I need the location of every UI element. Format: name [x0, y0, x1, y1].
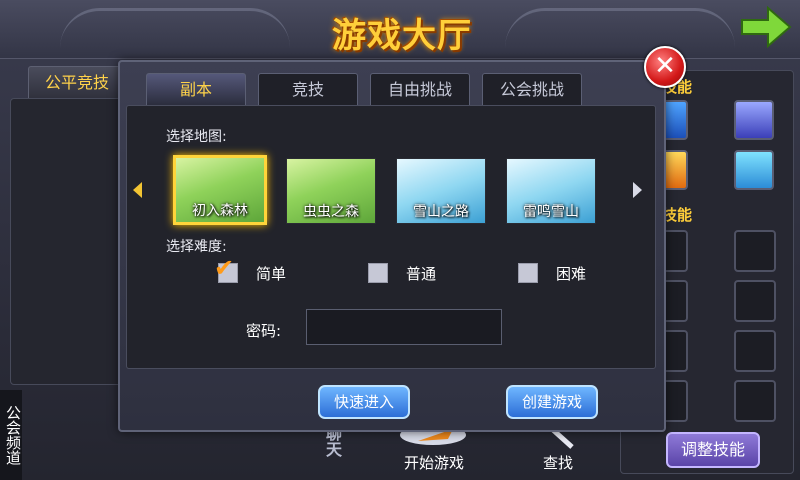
- skill-slot[interactable]: [734, 380, 776, 422]
- select-difficulty-label: 选择难度:: [166, 239, 227, 255]
- guild-channel-button[interactable]: 公会频道: [0, 390, 22, 480]
- password-label: 密码:: [246, 322, 282, 340]
- ornament-right: [505, 8, 735, 51]
- quick-enter-button[interactable]: 快速进入: [318, 385, 410, 419]
- skill-icon-2[interactable]: [734, 100, 774, 140]
- difficulty-hard-label: 困难: [556, 265, 587, 283]
- map-label: 初入森林: [192, 203, 248, 219]
- tab-arena[interactable]: 竞技: [258, 73, 358, 107]
- start-game-button[interactable]: 开始游戏: [386, 425, 482, 475]
- tab-dungeon[interactable]: 副本: [146, 73, 246, 107]
- prev-map-arrow-icon[interactable]: [133, 182, 142, 198]
- forward-arrow-icon[interactable]: [740, 6, 792, 48]
- close-icon[interactable]: ✕: [644, 46, 686, 88]
- start-game-label: 开始游戏: [403, 454, 464, 472]
- adjust-skills-button[interactable]: 调整技能: [666, 432, 760, 468]
- map-card-3[interactable]: 雪山之路: [396, 158, 486, 224]
- search-label: 查找: [542, 454, 573, 472]
- ornament-left: [60, 8, 290, 51]
- password-input[interactable]: [306, 309, 502, 345]
- skill-slot[interactable]: [734, 330, 776, 372]
- create-game-button[interactable]: 创建游戏: [506, 385, 598, 419]
- tab-free-challenge[interactable]: 自由挑战: [370, 73, 470, 107]
- difficulty-normal-label: 普通: [406, 265, 437, 283]
- skills-heading-2: 技能: [662, 206, 693, 224]
- skill-slot[interactable]: [734, 230, 776, 272]
- difficulty-hard-checkbox[interactable]: [518, 263, 538, 283]
- page-title: 游戏大厅: [332, 16, 472, 56]
- map-label: 雷鸣雪山: [523, 204, 579, 220]
- map-label: 虫虫之森: [303, 204, 359, 220]
- next-map-arrow-icon[interactable]: [633, 182, 642, 198]
- map-card-1[interactable]: 初入森林: [173, 155, 267, 225]
- checkmark-icon: ✔: [214, 254, 235, 282]
- skill-slot[interactable]: [734, 280, 776, 322]
- search-button[interactable]: 查找: [518, 425, 598, 475]
- left-panel: [10, 98, 122, 385]
- select-map-label: 选择地图:: [166, 129, 227, 145]
- tab-guild-challenge[interactable]: 公会挑战: [482, 73, 582, 107]
- map-card-4[interactable]: 雷鸣雪山: [506, 158, 596, 224]
- map-card-2[interactable]: 虫虫之森: [286, 158, 376, 224]
- difficulty-normal-checkbox[interactable]: [368, 263, 388, 283]
- difficulty-easy-label: 简单: [256, 265, 287, 283]
- tab-fair-competition[interactable]: 公平竞技: [28, 66, 126, 100]
- skill-icon-4[interactable]: [734, 150, 774, 190]
- map-label: 雪山之路: [413, 204, 469, 220]
